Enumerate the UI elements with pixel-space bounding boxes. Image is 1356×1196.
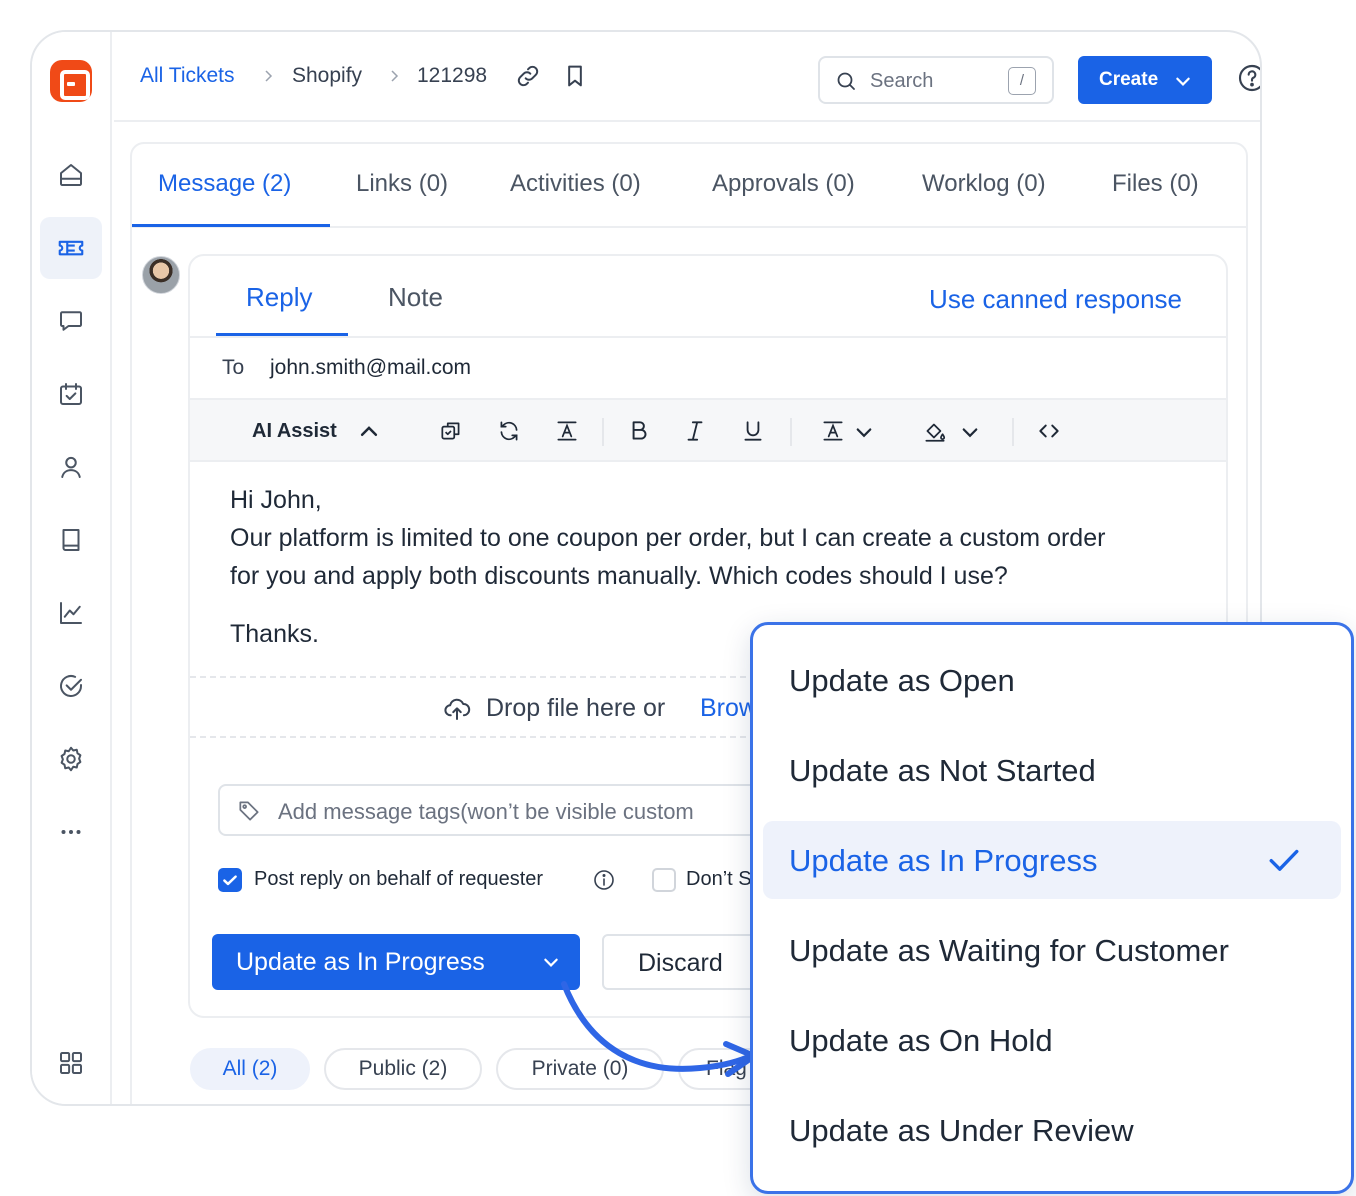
message-signoff[interactable]: Thanks. (230, 620, 319, 649)
chevron-down-icon[interactable] (854, 422, 874, 442)
composer-tab-indicator (216, 333, 348, 336)
chat-icon[interactable] (40, 290, 102, 352)
message-greeting[interactable]: Hi John, (230, 486, 322, 515)
update-status-button-label: Update as In Progress (236, 948, 485, 976)
search-shortcut-key: / (1008, 67, 1036, 95)
breadcrumb-ticket-id: 121298 (417, 64, 488, 87)
home-icon[interactable] (40, 144, 102, 206)
pointer-arrow-icon (561, 981, 757, 1077)
create-button-label: Create (1099, 69, 1159, 90)
status-option-label: Update as Open (789, 663, 1015, 698)
check-icon (223, 875, 237, 886)
to-label: To (222, 356, 245, 379)
tab-activities[interactable]: Activities (0) (510, 170, 641, 198)
info-icon[interactable] (592, 868, 616, 892)
status-dropdown-menu: Update as Open Update as Not Started Upd… (750, 622, 1354, 1194)
post-on-behalf-checkbox[interactable] (218, 868, 242, 892)
status-option-label: Update as Not Started (789, 753, 1096, 788)
drop-file-text: Drop file here or (486, 694, 666, 722)
more-icon[interactable] (40, 801, 102, 863)
filter-public[interactable]: Public (2) (324, 1048, 482, 1090)
chevron-up-icon[interactable] (358, 421, 380, 443)
recipient-row: To john.smith@mail.com (190, 338, 1226, 400)
status-option-label: Update as Waiting for Customer (789, 933, 1229, 968)
toolbar-divider (790, 418, 792, 446)
grid-icon[interactable] (40, 1032, 102, 1094)
dont-send-checkbox[interactable] (652, 868, 676, 892)
tab-links[interactable]: Links (0) (356, 170, 448, 198)
search-input[interactable]: Search / (818, 56, 1054, 104)
status-option-not-started[interactable]: Update as Not Started (763, 731, 1341, 809)
update-status-button[interactable]: Update as In Progress (212, 934, 580, 990)
chevron-right-icon (391, 70, 399, 82)
book-icon[interactable] (40, 509, 102, 571)
search-icon (837, 72, 855, 90)
bold-icon[interactable] (626, 418, 652, 444)
text-color-icon[interactable] (820, 418, 846, 444)
top-bar: All Tickets Shopify 121298 Search / Crea… (114, 32, 1260, 122)
tab-note[interactable]: Note (388, 282, 443, 313)
editor-toolbar: AI Assist (190, 400, 1226, 462)
gear-icon[interactable] (40, 728, 102, 790)
toolbar-divider (1012, 418, 1014, 446)
breadcrumb-all-tickets[interactable]: All Tickets (140, 64, 235, 88)
toolbar-divider (602, 418, 604, 446)
create-button[interactable]: Create (1078, 56, 1212, 104)
chart-icon[interactable] (40, 582, 102, 644)
chevron-down-icon (1176, 77, 1190, 86)
search-placeholder: Search (870, 70, 934, 92)
message-tags-placeholder: Add message tags(won’t be visible custom (278, 799, 694, 824)
tag-icon (239, 801, 259, 821)
use-canned-response-link[interactable]: Use canned response (929, 284, 1182, 315)
message-tags-input[interactable]: Add message tags(won’t be visible custom (218, 784, 838, 836)
code-icon[interactable] (1036, 418, 1062, 444)
message-line-1[interactable]: Our platform is limited to one coupon pe… (230, 524, 1105, 553)
link-icon[interactable] (514, 62, 542, 90)
status-option-under-review[interactable]: Update as Under Review (763, 1091, 1341, 1169)
underline-icon[interactable] (740, 418, 766, 444)
checkmark-icon (1269, 849, 1299, 871)
filter-all[interactable]: All (2) (190, 1048, 310, 1090)
user-icon[interactable] (40, 436, 102, 498)
tab-files[interactable]: Files (0) (1112, 170, 1199, 198)
fill-color-icon[interactable] (922, 418, 948, 444)
ticket-tabs: Message (2) Links (0) Activities (0) App… (132, 144, 1246, 228)
tab-message[interactable]: Message (2) (158, 170, 291, 198)
breadcrumb-shopify[interactable]: Shopify (292, 64, 362, 88)
upload-cloud-icon (444, 698, 471, 720)
bookmark-icon[interactable] (561, 62, 589, 90)
recipient-email[interactable]: john.smith@mail.com (270, 356, 471, 380)
refresh-icon[interactable] (496, 418, 522, 444)
dont-send-label: Don’t S (686, 868, 752, 890)
browse-link[interactable]: Brow (700, 694, 757, 723)
tab-worklog[interactable]: Worklog (0) (922, 170, 1046, 198)
check-circle-icon[interactable] (40, 655, 102, 717)
italic-icon[interactable] (682, 418, 708, 444)
ticket-icon[interactable] (40, 217, 102, 279)
status-option-label: Update as In Progress (789, 843, 1098, 878)
agent-avatar (142, 256, 180, 294)
help-icon[interactable] (1236, 62, 1262, 94)
chevron-down-icon[interactable] (960, 422, 980, 442)
calendar-check-icon[interactable] (40, 363, 102, 425)
tab-reply[interactable]: Reply (246, 282, 312, 313)
post-on-behalf-label: Post reply on behalf of requester (254, 868, 544, 890)
status-option-label: Update as Under Review (789, 1113, 1134, 1148)
active-tab-indicator (132, 224, 330, 227)
status-option-in-progress[interactable]: Update as In Progress (763, 821, 1341, 899)
status-option-label: Update as On Hold (789, 1023, 1053, 1058)
chevron-right-icon (265, 70, 273, 82)
sidebar (32, 32, 112, 1104)
message-line-2[interactable]: for you and apply both discounts manuall… (230, 562, 1008, 591)
status-option-open[interactable]: Update as Open (763, 641, 1341, 719)
status-option-on-hold[interactable]: Update as On Hold (763, 1001, 1341, 1079)
tab-approvals[interactable]: Approvals (0) (712, 170, 855, 198)
composer-tabs: Reply Note Use canned response (190, 256, 1226, 338)
brand-logo-icon[interactable] (50, 60, 92, 102)
chevron-down-icon[interactable] (542, 953, 560, 971)
copy-icon[interactable] (438, 418, 464, 444)
status-option-waiting-for-customer[interactable]: Update as Waiting for Customer (763, 911, 1341, 989)
text-style-icon[interactable] (554, 418, 580, 444)
ai-assist-button[interactable]: AI Assist (252, 420, 337, 443)
